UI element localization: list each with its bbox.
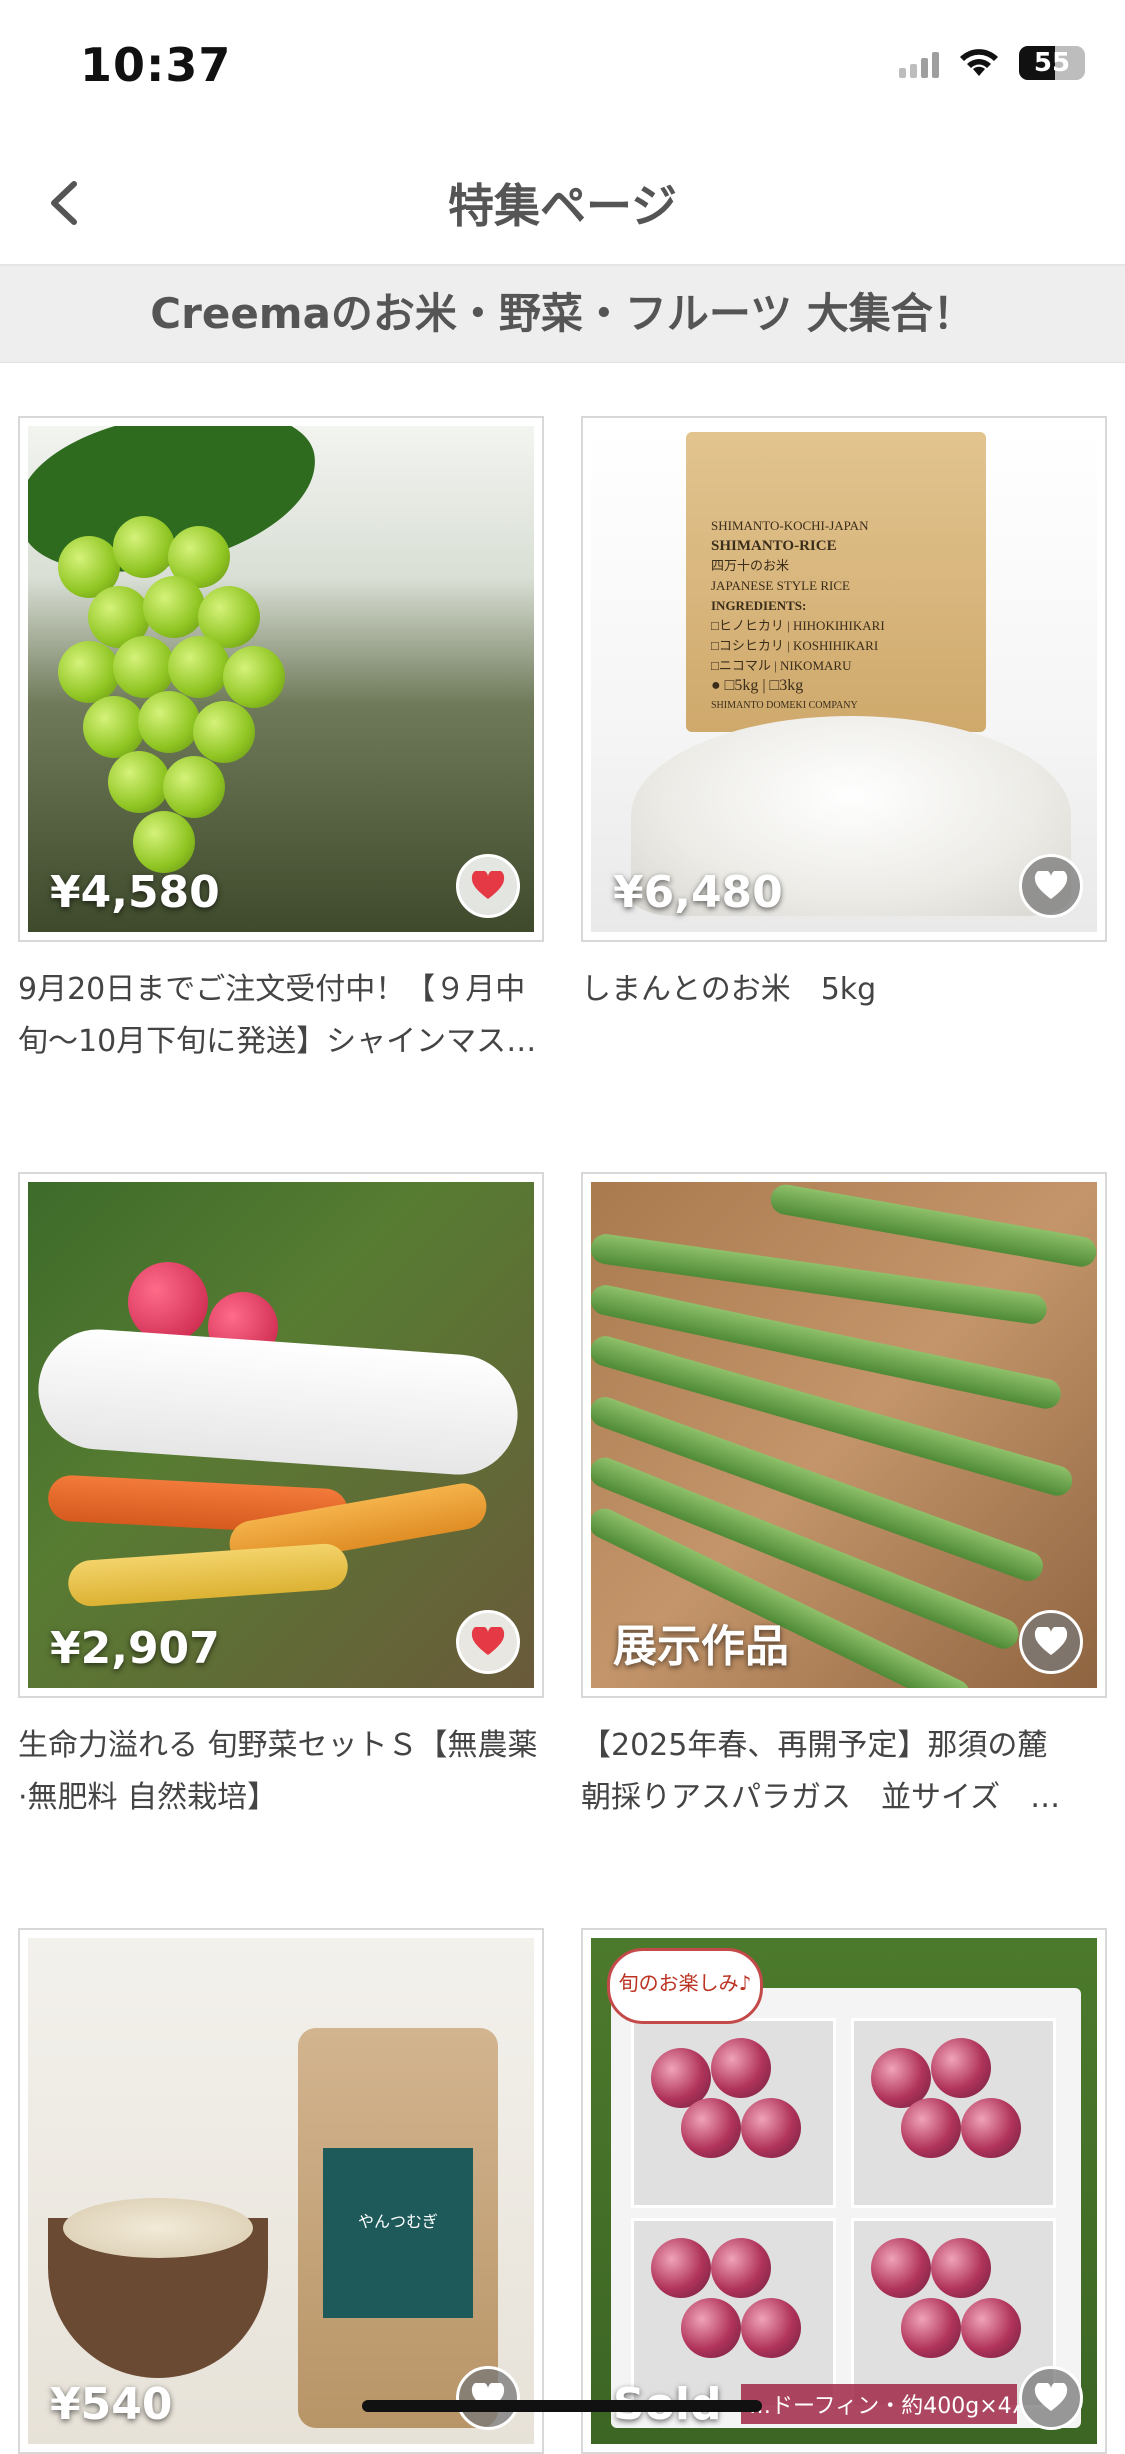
product-price: ¥4,580 xyxy=(50,867,220,918)
heart-icon xyxy=(1034,871,1068,899)
favorite-button[interactable] xyxy=(1019,1610,1083,1674)
feature-banner: Creemaのお米・野菜・フルーツ 大集合！ xyxy=(0,266,1125,363)
product-image-frame[interactable]: ¥2,907 xyxy=(18,1172,544,1698)
promo-bubble: 旬のお楽しみ♪ xyxy=(607,1948,763,2024)
product-price: ¥540 xyxy=(50,2379,173,2430)
product-price: ¥2,907 xyxy=(50,1623,220,1674)
heart-filled-icon xyxy=(471,871,505,899)
nav-header: 特集ページ xyxy=(0,140,1125,266)
product-image-frame[interactable]: 旬のお楽しみ♪ …ドーフィン・約400g×4パック Sold xyxy=(581,1928,1107,2454)
battery-level: 55 xyxy=(1033,48,1071,78)
product-image-frame[interactable]: やんつむぎ ¥540 xyxy=(18,1928,544,2454)
product-title[interactable]: 9月20日までご注文受付中！【９月中旬～10月下旬に発送】シャインマスカ… xyxy=(18,964,544,1068)
product-title[interactable]: 生命力溢れる 旬野菜セットＳ【無農薬·無肥料 自然栽培】 xyxy=(18,1720,544,1824)
product-image-vegetables: ¥2,907 xyxy=(28,1182,534,1688)
rice-package-label: SHIMANTO-KOCHI-JAPAN SHIMANTO-RICE 四万十のお… xyxy=(711,518,885,711)
page-title: 特集ページ xyxy=(447,179,678,233)
wifi-icon xyxy=(960,49,998,76)
product-image-rice: SHIMANTO-KOCHI-JAPAN SHIMANTO-RICE 四万十のお… xyxy=(591,426,1097,932)
battery-icon: 55 xyxy=(1019,46,1085,80)
favorite-button[interactable] xyxy=(1019,2366,1083,2430)
product-image-frame[interactable]: 展示作品 xyxy=(581,1172,1107,1698)
status-bar: 10:37 55 xyxy=(0,0,1125,140)
exhibition-label: 展示作品 xyxy=(613,1621,789,1672)
status-icons: 55 xyxy=(899,46,1085,80)
product-image-figs: 旬のお楽しみ♪ …ドーフィン・約400g×4パック Sold xyxy=(591,1938,1097,2444)
barley-package-label: やんつむぎ xyxy=(357,2212,438,2231)
product-image-barley: やんつむぎ ¥540 xyxy=(28,1938,534,2444)
heart-icon xyxy=(1034,1627,1068,1655)
product-price: ¥6,480 xyxy=(613,867,783,918)
favorite-button[interactable] xyxy=(1019,854,1083,918)
product-image-asparagus: 展示作品 xyxy=(591,1182,1097,1688)
product-image-grapes: ¥4,580 xyxy=(28,426,534,932)
favorite-button[interactable] xyxy=(456,854,520,918)
product-image-frame[interactable]: SHIMANTO-KOCHI-JAPAN SHIMANTO-RICE 四万十のお… xyxy=(581,416,1107,942)
product-overlay-caption: …ドーフィン・約400g×4パック xyxy=(741,2384,1017,2424)
cellular-signal-icon xyxy=(899,48,939,78)
status-time: 10:37 xyxy=(80,38,232,92)
favorite-button[interactable] xyxy=(456,2366,520,2430)
heart-icon xyxy=(1034,2383,1068,2411)
favorite-button[interactable] xyxy=(456,1610,520,1674)
product-title[interactable]: しまんとのお米 5kg xyxy=(581,964,1107,1016)
home-indicator[interactable] xyxy=(362,2400,762,2412)
product-image-frame[interactable]: ¥4,580 xyxy=(18,416,544,942)
heart-filled-icon xyxy=(471,1627,505,1655)
product-title[interactable]: 【2025年春、再開予定】那須の麓 朝採りアスパラガス 並サイズ 1,00… xyxy=(581,1720,1107,1824)
